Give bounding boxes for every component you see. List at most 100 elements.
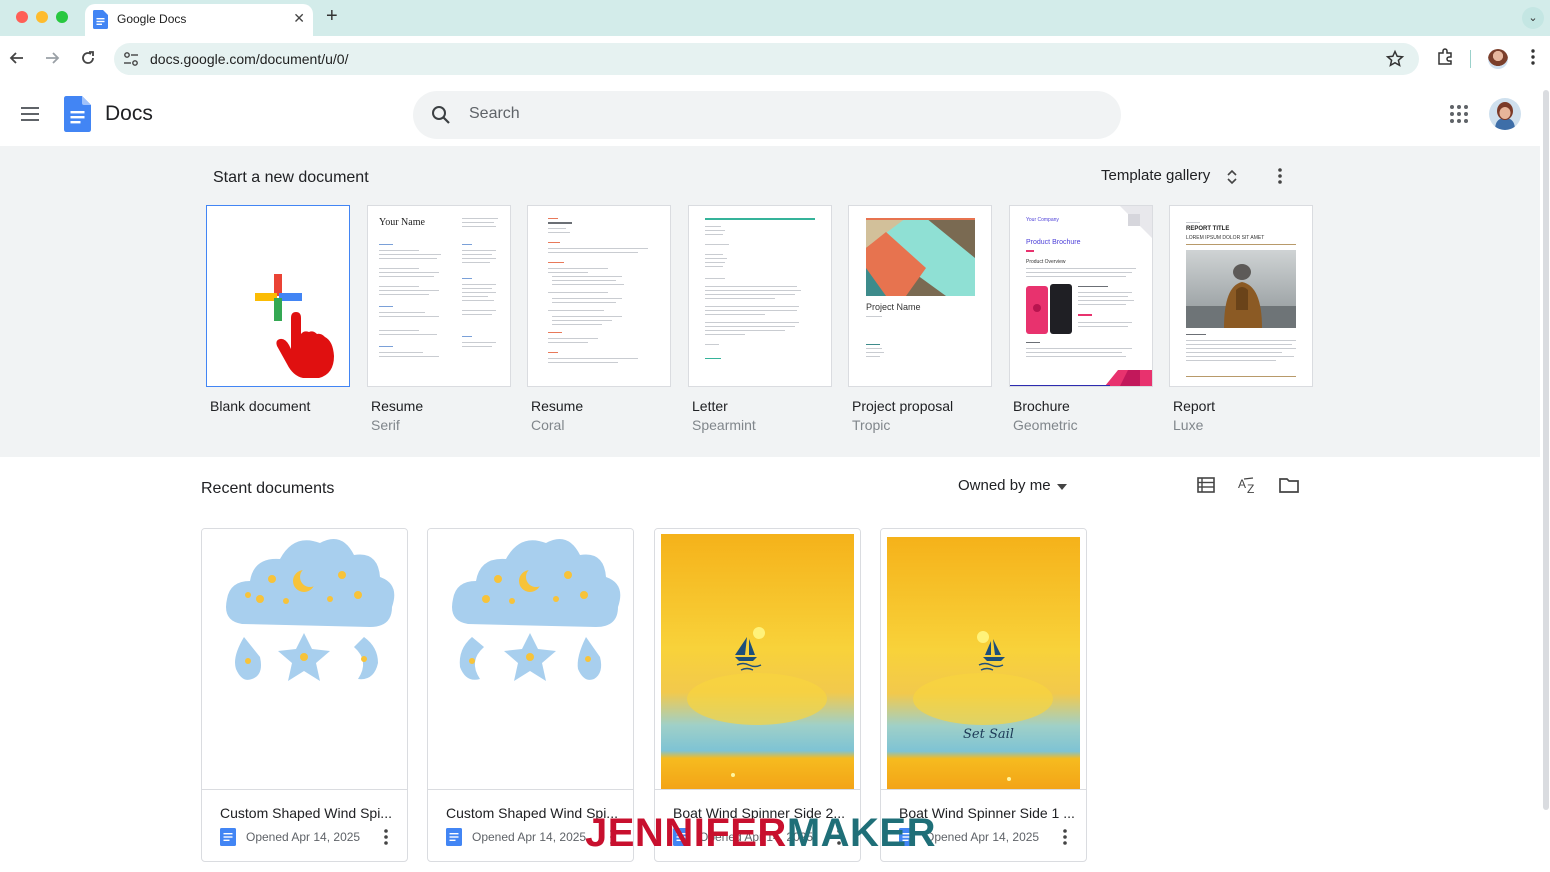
phone-product-image bbox=[1026, 284, 1072, 334]
reload-icon[interactable] bbox=[78, 48, 98, 68]
tropic-geometric-art bbox=[866, 218, 975, 296]
window-minimize-button[interactable] bbox=[36, 11, 48, 23]
forward-arrow-icon[interactable] bbox=[42, 48, 62, 68]
app-name[interactable]: Docs bbox=[105, 102, 153, 126]
template-thumbnail[interactable] bbox=[527, 205, 671, 387]
template-style: Tropic bbox=[852, 417, 891, 433]
url-text[interactable]: docs.google.com/document/u/0/ bbox=[150, 51, 348, 67]
template-blank-document[interactable]: Blank document bbox=[206, 205, 350, 414]
google-apps-grid-icon[interactable] bbox=[1448, 103, 1470, 125]
recent-doc-card[interactable]: Custom Shaped Wind Spi... Opened Apr 14,… bbox=[201, 528, 408, 862]
template-name: Letter bbox=[692, 398, 728, 414]
doc-preview[interactable] bbox=[655, 529, 860, 790]
recent-documents-heading: Recent documents bbox=[201, 480, 335, 497]
template-resume-serif[interactable]: Your Name Resume Serif bbox=[367, 205, 511, 433]
watermark-part-1: JENNIFER bbox=[585, 811, 787, 855]
extensions-puzzle-icon[interactable] bbox=[1435, 47, 1455, 67]
google-doc-icon bbox=[446, 828, 462, 846]
search-icon[interactable] bbox=[429, 103, 453, 127]
thumb-project-name: Project Name bbox=[866, 302, 921, 312]
bookmark-star-icon[interactable] bbox=[1385, 49, 1405, 69]
template-style: Coral bbox=[531, 417, 565, 433]
svg-text:Z: Z bbox=[1247, 482, 1254, 495]
template-style: Luxe bbox=[1173, 417, 1204, 433]
template-style: Geometric bbox=[1013, 417, 1078, 433]
tab-close-icon[interactable]: ✕ bbox=[293, 10, 305, 27]
tab-title: Google Docs bbox=[117, 12, 187, 26]
template-style: Spearmint bbox=[692, 417, 756, 433]
doc-more-options-icon[interactable] bbox=[1062, 828, 1068, 846]
template-more-options-icon[interactable] bbox=[1270, 166, 1290, 186]
account-avatar[interactable] bbox=[1489, 98, 1521, 130]
report-cover-photo bbox=[1186, 250, 1296, 328]
template-thumbnail[interactable] bbox=[206, 205, 350, 387]
search-input[interactable]: Search bbox=[469, 105, 520, 123]
template-resume-coral[interactable]: Resume Coral bbox=[527, 205, 671, 433]
folder-picker-icon[interactable] bbox=[1278, 475, 1300, 495]
thumb-report-title: REPORT TITLE bbox=[1186, 226, 1230, 232]
browser-menu-kebab-icon[interactable] bbox=[1526, 47, 1540, 67]
tab-search-chevron-icon[interactable]: ⌄ bbox=[1522, 7, 1544, 29]
preview-set-sail-text: Set Sail bbox=[963, 727, 1014, 742]
google-doc-icon bbox=[220, 828, 236, 846]
doc-opened-date: Opened Apr 14, 2025 bbox=[246, 830, 361, 844]
template-name: Resume bbox=[371, 398, 424, 414]
template-name: Brochure bbox=[1013, 398, 1070, 414]
template-thumbnail[interactable]: REPORT TITLE LOREM IPSUM DOLOR SIT AMET bbox=[1169, 205, 1313, 387]
thumb-company: Your Company bbox=[1026, 217, 1059, 223]
expand-collapse-icon[interactable] bbox=[1224, 168, 1240, 186]
sort-az-icon[interactable]: A Z bbox=[1237, 475, 1259, 495]
template-section: Start a new document Template gallery Bl… bbox=[0, 146, 1540, 457]
browser-toolbar: docs.google.com/document/u/0/ bbox=[0, 36, 1550, 82]
docs-favicon-icon bbox=[93, 10, 108, 29]
template-thumbnail[interactable]: Your Name bbox=[367, 205, 511, 387]
browser-tab-google-docs[interactable]: Google Docs ✕ bbox=[85, 4, 313, 36]
thumb-resume-name: Your Name bbox=[379, 217, 425, 228]
template-thumbnail[interactable]: Your Company Product Brochure Product Ov… bbox=[1009, 205, 1153, 387]
template-gallery-button[interactable]: Template gallery bbox=[1101, 167, 1210, 184]
site-settings-icon[interactable] bbox=[122, 50, 140, 68]
list-view-icon[interactable] bbox=[1196, 475, 1216, 495]
profile-avatar-small[interactable] bbox=[1488, 49, 1508, 69]
doc-more-options-icon[interactable] bbox=[383, 828, 389, 846]
sunset-boat-preview bbox=[655, 529, 860, 789]
cloud-stars-preview bbox=[202, 529, 407, 789]
template-name: Report bbox=[1173, 398, 1216, 414]
owner-filter-dropdown[interactable]: Owned by me bbox=[958, 477, 1051, 494]
doc-title[interactable]: Custom Shaped Wind Spi... bbox=[220, 805, 392, 821]
doc-preview[interactable] bbox=[428, 529, 633, 790]
doc-opened-date: Opened Apr 14, 2025 bbox=[472, 830, 587, 844]
template-project-proposal-tropic[interactable]: Project Name Project proposal Tropic bbox=[848, 205, 992, 433]
template-report-luxe[interactable]: REPORT TITLE LOREM IPSUM DOLOR SIT AMET bbox=[1169, 205, 1313, 433]
template-style: Serif bbox=[371, 417, 400, 433]
window-zoom-button[interactable] bbox=[56, 11, 68, 23]
template-name: Resume bbox=[531, 398, 584, 414]
jennifermaker-watermark: JENNIFERMAKER bbox=[585, 811, 936, 856]
thumb-report-subtitle: LOREM IPSUM DOLOR SIT AMET bbox=[1186, 235, 1265, 241]
browser-tab-bar: Google Docs ✕ + ⌄ bbox=[0, 0, 1550, 36]
watermark-part-2: MAKER bbox=[786, 811, 936, 855]
template-thumbnail[interactable] bbox=[688, 205, 832, 387]
address-bar[interactable]: docs.google.com/document/u/0/ bbox=[114, 43, 1419, 75]
cloud-stars-preview bbox=[428, 529, 633, 789]
template-brochure-geometric[interactable]: Your Company Product Brochure Product Ov… bbox=[1009, 205, 1153, 433]
doc-preview[interactable]: Set Sail bbox=[881, 529, 1086, 790]
doc-preview[interactable] bbox=[202, 529, 407, 790]
docs-app-header: Docs Search bbox=[0, 82, 1550, 146]
window-close-button[interactable] bbox=[16, 11, 28, 23]
new-tab-plus-icon[interactable]: + bbox=[326, 6, 338, 26]
docs-logo-icon[interactable] bbox=[64, 96, 91, 132]
template-letter-spearmint[interactable]: Letter Spearmint bbox=[688, 205, 832, 433]
template-thumbnail[interactable]: Project Name bbox=[848, 205, 992, 387]
page-scrollbar-thumb[interactable] bbox=[1543, 90, 1549, 810]
docs-search-box[interactable]: Search bbox=[413, 91, 1121, 139]
template-name: Blank document bbox=[210, 398, 311, 414]
back-arrow-icon[interactable] bbox=[7, 48, 27, 68]
thumb-overview: Product Overview bbox=[1026, 259, 1066, 265]
template-section-heading: Start a new document bbox=[213, 169, 369, 186]
account-photo-image bbox=[1489, 98, 1521, 130]
dropdown-caret-icon[interactable] bbox=[1057, 484, 1067, 490]
main-menu-hamburger-icon[interactable] bbox=[20, 106, 40, 122]
template-name: Project proposal bbox=[852, 398, 954, 414]
sunset-boat-preview bbox=[881, 529, 1086, 789]
